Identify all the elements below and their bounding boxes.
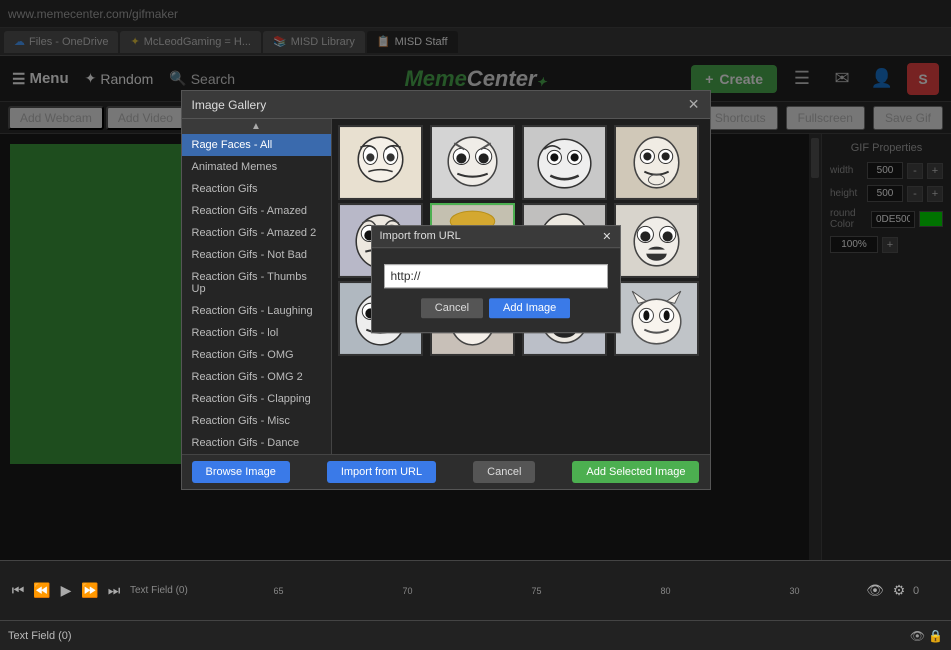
ruler: 6570758030 [214,586,859,596]
import-url-body: Cancel Add Image [372,248,620,332]
gallery-category-4[interactable]: Reaction Gifs - Amazed 2 [182,222,331,244]
gallery-image-1[interactable] [338,125,423,200]
rage-face-2-svg [432,127,513,198]
rage-face-3-svg [524,127,605,198]
browse-image-button[interactable]: Browse Image [192,461,290,483]
import-url-title: Import from URL [380,230,461,243]
add-selected-image-button[interactable]: Add Selected Image [572,461,699,483]
rage-face-4-svg [616,127,697,198]
image-gallery-modal: Image Gallery ✕ ▲ Rage Faces - All Anima… [181,90,711,490]
frame-number: 0 [913,585,943,597]
gallery-image-4[interactable] [614,125,699,200]
gallery-category-5[interactable]: Reaction Gifs - Not Bad [182,244,331,266]
gallery-category-6[interactable]: Reaction Gifs - Thumbs Up [182,266,331,300]
gallery-image-3[interactable] [522,125,607,200]
modal-header: Image Gallery ✕ [182,91,710,119]
rage-face-8-svg [616,205,697,276]
settings-icon[interactable]: ⚙ [889,581,909,601]
import-url-close[interactable]: ✕ [602,230,611,243]
gallery-category-7[interactable]: Reaction Gifs - Laughing [182,300,331,322]
gallery-image-8[interactable] [614,203,699,278]
modal-overlay: Image Gallery ✕ ▲ Rage Faces - All Anima… [0,0,951,560]
gallery-category-10[interactable]: Reaction Gifs - OMG 2 [182,366,331,388]
timeline-side-icons: 👁 ⚙ 0 [865,581,943,601]
gallery-category-8[interactable]: Reaction Gifs - lol [182,322,331,344]
url-input[interactable] [384,264,608,288]
layer-icons: 👁 🔒 [910,629,943,643]
layer-label: Text Field (0) [130,585,210,596]
timeline-ruler-row: Text Field (0) 6570758030 [130,579,859,603]
play-button[interactable]: ▶ [56,581,76,601]
gallery-category-2[interactable]: Reaction Gifs [182,178,331,200]
skip-back-button[interactable]: ⏮ [8,581,28,601]
scroll-up-arrow[interactable]: ▲ [182,119,331,134]
gallery-cancel-button[interactable]: Cancel [473,461,535,483]
gallery-category-11[interactable]: Reaction Gifs - Clapping [182,388,331,410]
step-back-button[interactable]: ⏪ [32,581,52,601]
eye-icon[interactable]: 👁 [865,581,885,601]
gallery-sidebar: ▲ Rage Faces - All Animated Memes Reacti… [182,119,332,454]
playback-controls: ⏮ ⏪ ▶ ⏩ ⏭ [8,581,124,601]
import-url-header: Import from URL ✕ [372,226,620,248]
layer-panel: Text Field (0) 👁 🔒 [0,620,951,650]
gallery-category-13[interactable]: Reaction Gifs - Dance [182,432,331,454]
text-field-label: Text Field (0) [8,630,72,642]
url-cancel-button[interactable]: Cancel [421,298,483,318]
rage-face-12-svg [616,283,697,354]
gallery-category-9[interactable]: Reaction Gifs - OMG [182,344,331,366]
import-url-dialog: Import from URL ✕ Cancel Add Image [371,225,621,333]
timeline-tracks: Text Field (0) 6570758030 [130,579,859,603]
skip-forward-button[interactable]: ⏭ [104,581,124,601]
url-add-button[interactable]: Add Image [489,298,570,318]
gallery-image-12[interactable] [614,281,699,356]
import-url-footer: Cancel Add Image [384,298,608,322]
modal-footer: Browse Image Import from URL Cancel Add … [182,454,710,489]
gallery-image-2[interactable] [430,125,515,200]
gallery-category-12[interactable]: Reaction Gifs - Misc [182,410,331,432]
timeline: ⏮ ⏪ ▶ ⏩ ⏭ Text Field (0) 6570758030 👁 ⚙ … [0,560,951,620]
modal-title: Image Gallery [192,98,267,112]
modal-close-button[interactable]: ✕ [688,96,700,113]
layer-lock-icon[interactable]: 🔒 [928,629,943,643]
gallery-category-0[interactable]: Rage Faces - All [182,134,331,156]
gallery-category-1[interactable]: Animated Memes [182,156,331,178]
step-forward-button[interactable]: ⏩ [80,581,100,601]
rage-face-1-svg [340,127,421,198]
layer-eye-icon[interactable]: 👁 [910,629,925,643]
gallery-category-3[interactable]: Reaction Gifs - Amazed [182,200,331,222]
import-url-button[interactable]: Import from URL [327,461,436,483]
